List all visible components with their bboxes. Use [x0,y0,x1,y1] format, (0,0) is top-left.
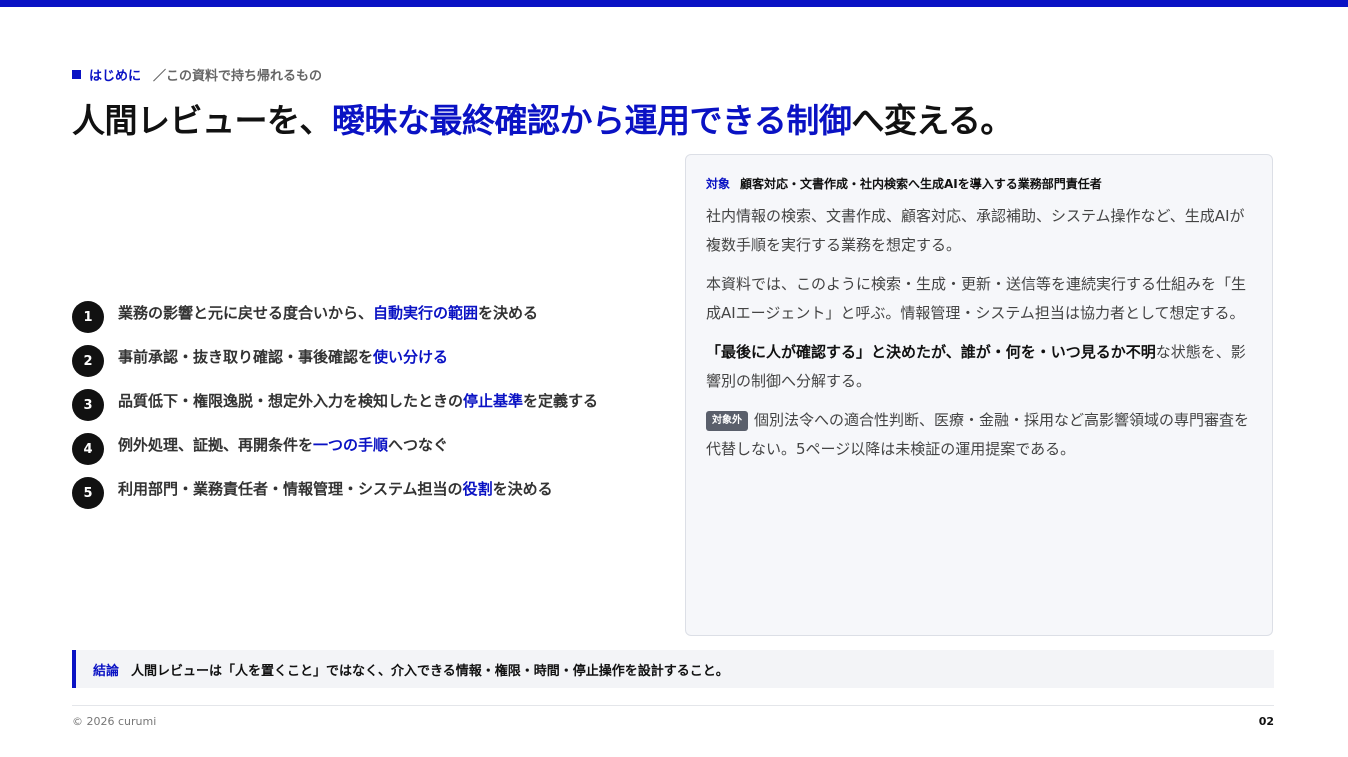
problem-paragraph: 「最後に人が確認する」と決めたが、誰が・何を・いつ見るか不明な状態を、影響別の制… [706,343,1246,390]
footer-divider [72,705,1274,706]
copyright: © 2026 curumi [72,715,157,728]
takeaway-list: 1 業務の影響と元に戻せる度合いから、自動実行の範囲を決める 2 事前承認・抜き… [72,290,598,510]
list-item: 1 業務の影響と元に戻せる度合いから、自動実行の範囲を決める [72,290,598,334]
section-label: はじめに [89,68,142,84]
section-marker-icon [72,69,81,79]
target-label: 対象 [706,177,731,191]
scope-panel: 対象 顧客対応・文書作成・社内検索へ生成AIを導入する業務部門責任者 社内情報の検… [685,154,1273,636]
section-eyebrow: はじめに ／この資料で持ち帰れるもの [72,64,322,84]
conclusion-label: 結論 [93,663,120,679]
list-item: 3 品質低下・権限逸脱・想定外入力を検知したときの停止基準を定義する [72,378,598,422]
out-of-scope-paragraph: 対象外 個別法令への適合性判断、医療・金融・採用など高影響領域の専門審査を代替しな… [706,411,1250,458]
list-item: 4 例外処理、証拠、再開条件を一つの手順へつなぐ [72,422,598,466]
list-item-text: 業務の影響と元に戻せる度合いから、自動実行の範囲を決める [118,303,539,322]
list-item-text: 事前承認・抜き取り確認・事後確認を使い分ける [118,347,449,366]
step-number-badge: 1 [72,301,104,333]
target-text: 顧客対応・文書作成・社内検索へ生成AIを導入する業務部門責任者 [740,177,1102,191]
title-pre: 人間レビューを、 [72,101,333,140]
step-number-badge: 4 [72,433,104,465]
list-item-text: 利用部門・業務責任者・情報管理・システム担当の役割を決める [118,479,553,498]
list-item: 5 利用部門・業務責任者・情報管理・システム担当の役割を決める [72,466,598,510]
list-item-text: 品質低下・権限逸脱・想定外入力を検知したときの停止基準を定義する [118,391,599,410]
top-accent-bar [0,0,1348,7]
section-subtitle: ／この資料で持ち帰れるもの [153,68,323,84]
title-post: へ変える。 [851,101,1013,140]
definition-paragraph: 本資料では、このように検索・生成・更新・送信等を連続実行する仕組みを「生成AIエ… [706,275,1247,322]
conclusion-text: 人間レビューは「人を置くこと」ではなく、介入できる情報・権限・時間・停止操作を設… [131,663,729,679]
page-title: 人間レビューを、曖昧な最終確認から運用できる制御へ変える。 [72,94,1013,142]
list-item: 2 事前承認・抜き取り確認・事後確認を使い分ける [72,334,598,378]
page-number: 02 [1258,715,1274,728]
out-of-scope-badge: 対象外 [706,411,748,431]
conclusion-bar: 結論 人間レビューは「人を置くこと」ではなく、介入できる情報・権限・時間・停止操… [72,650,1274,688]
list-item-text: 例外処理、証拠、再開条件を一つの手順へつなぐ [118,435,449,454]
step-number-badge: 5 [72,477,104,509]
scope-paragraph: 社内情報の検索、文書作成、顧客対応、承認補助、システム操作など、生成AIが複数手… [706,207,1245,254]
step-number-badge: 2 [72,345,104,377]
title-highlight: 曖昧な最終確認から運用できる制御 [332,101,852,140]
target-audience: 対象 顧客対応・文書作成・社内検索へ生成AIを導入する業務部門責任者 [706,175,1252,192]
step-number-badge: 3 [72,389,104,421]
